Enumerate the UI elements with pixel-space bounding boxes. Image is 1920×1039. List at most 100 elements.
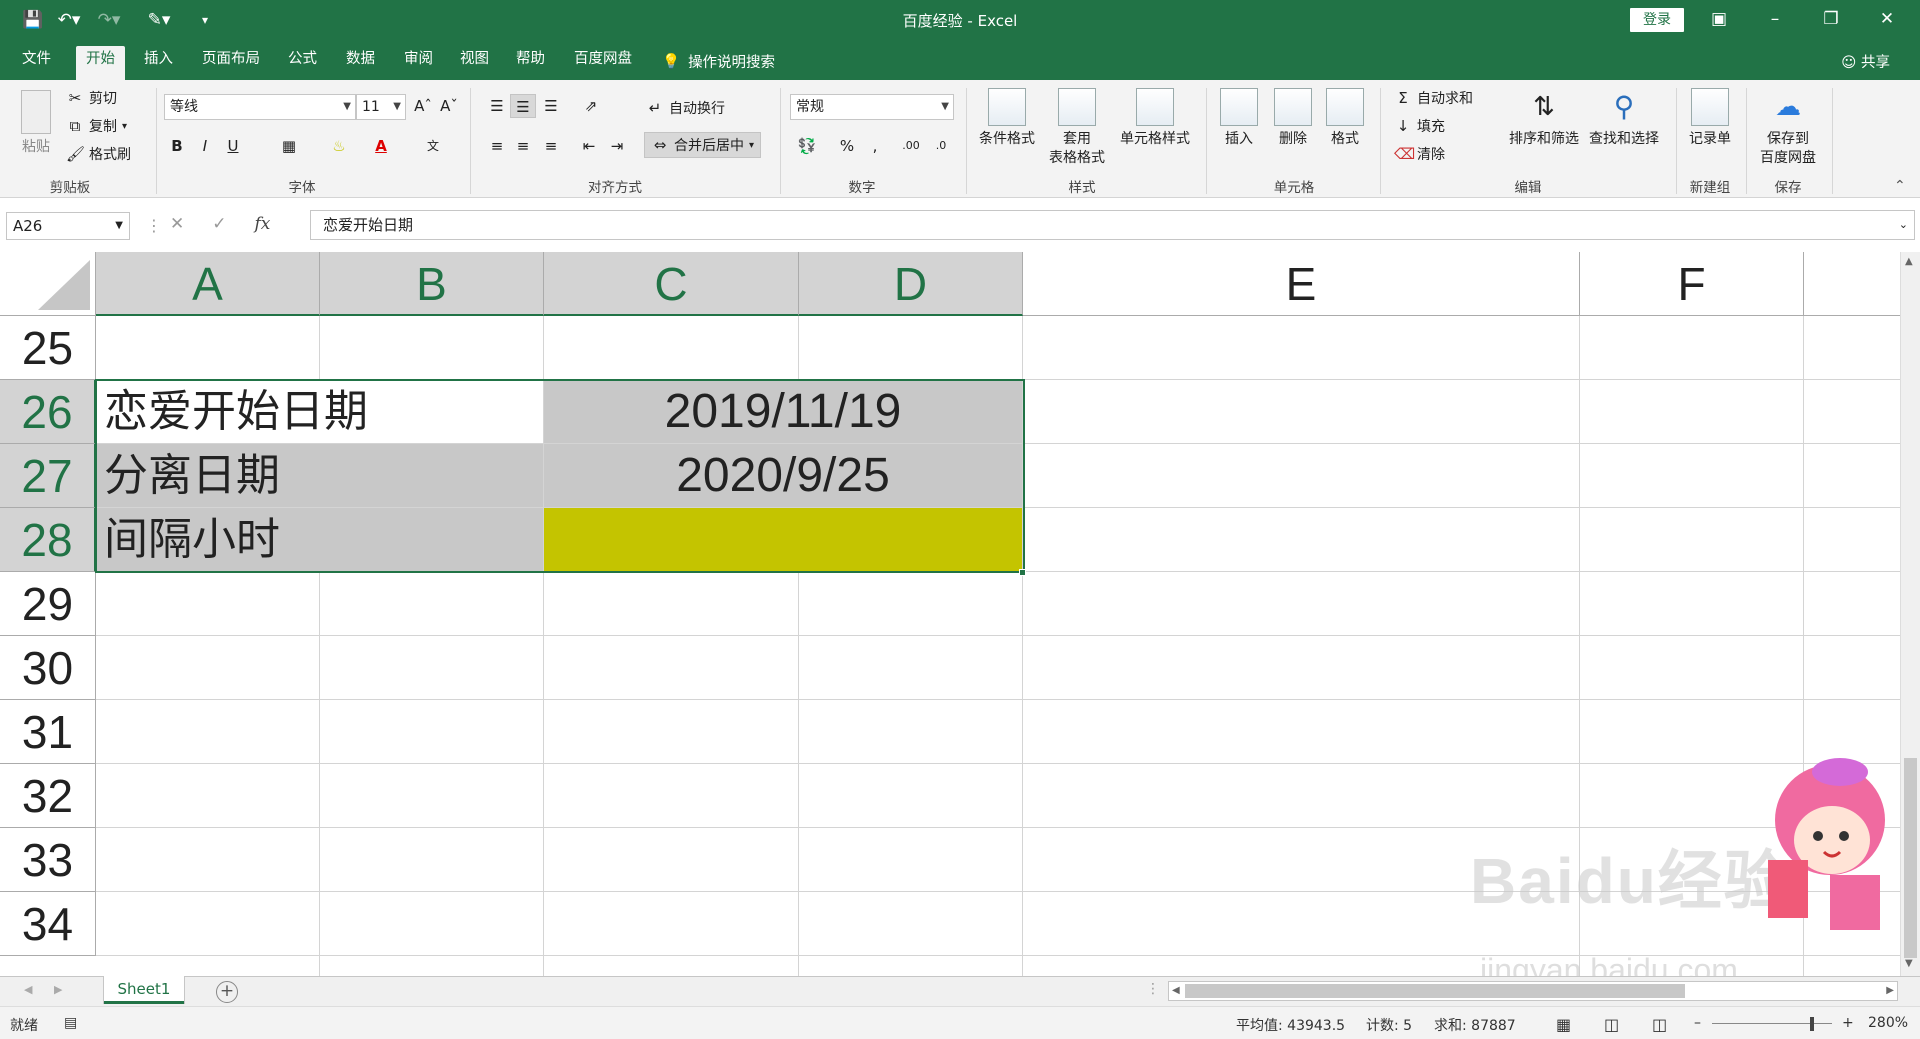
font-size-select[interactable]: 11 ▼: [356, 94, 406, 120]
name-box[interactable]: A26 ▼: [6, 212, 130, 240]
zoom-slider[interactable]: [1712, 1023, 1832, 1024]
row-header-28[interactable]: 28: [0, 508, 96, 572]
scroll-up-icon[interactable]: ▲: [1905, 256, 1913, 267]
column-header-d[interactable]: D: [799, 252, 1023, 316]
conditional-formatting-button[interactable]: 条件格式: [974, 88, 1040, 149]
page-break-view-icon[interactable]: ◫: [1652, 1015, 1667, 1034]
cell-a27[interactable]: 分离日期: [96, 444, 544, 508]
italic-button[interactable]: I: [192, 134, 218, 158]
sort-filter-button[interactable]: ⇅ 排序和筛选: [1504, 88, 1584, 149]
borders-icon[interactable]: ▦: [276, 134, 302, 158]
restore-icon[interactable]: ❐: [1808, 6, 1854, 32]
grid-cell[interactable]: [544, 636, 799, 700]
copy-button[interactable]: ⧉ 复制 ▾: [66, 116, 127, 136]
grid-cell[interactable]: [1023, 380, 1580, 444]
delete-cells-button[interactable]: 删除: [1268, 88, 1318, 149]
select-all-corner[interactable]: [0, 252, 96, 316]
phonetic-icon[interactable]: 文: [420, 134, 446, 158]
column-header-e[interactable]: E: [1023, 252, 1580, 316]
macro-record-icon[interactable]: ▤: [64, 1015, 77, 1031]
grid-cell[interactable]: [544, 956, 799, 976]
grid-cell[interactable]: [799, 316, 1023, 380]
grid-cell[interactable]: [1580, 636, 1804, 700]
vertical-scroll-thumb[interactable]: [1904, 758, 1917, 958]
cell-a26[interactable]: 恋爱开始日期: [96, 380, 544, 444]
column-header-f[interactable]: F: [1580, 252, 1804, 316]
sheet-next-icon[interactable]: ▶: [54, 983, 62, 996]
insert-function-icon[interactable]: fx: [255, 214, 271, 234]
zoom-out-icon[interactable]: –: [1694, 1015, 1701, 1031]
format-cells-button[interactable]: 格式: [1320, 88, 1370, 149]
format-as-table-button[interactable]: 套用 表格格式: [1042, 88, 1112, 168]
grid-cell[interactable]: [96, 956, 320, 976]
grid-cell[interactable]: [1804, 444, 1900, 508]
grid-cell[interactable]: [96, 828, 320, 892]
record-form-button[interactable]: 记录单: [1682, 88, 1738, 149]
number-format-select[interactable]: 常规 ▼: [790, 94, 954, 120]
grid-cell[interactable]: [96, 892, 320, 956]
column-header-b[interactable]: B: [320, 252, 544, 316]
grid-cell[interactable]: [1580, 444, 1804, 508]
grid-cell[interactable]: [799, 572, 1023, 636]
grid-cell[interactable]: [544, 828, 799, 892]
tell-me-search[interactable]: 💡 操作说明搜索: [662, 51, 775, 72]
cut-button[interactable]: ✂ 剪切: [66, 88, 117, 108]
format-painter-button[interactable]: 🖌 格式刷: [66, 144, 131, 164]
row-header-31[interactable]: 31: [0, 700, 96, 764]
zoom-level[interactable]: 280%: [1868, 1015, 1908, 1031]
grid-cell[interactable]: [799, 828, 1023, 892]
paste-button[interactable]: 粘贴: [14, 90, 58, 157]
grid-cell[interactable]: [544, 700, 799, 764]
grid-cell[interactable]: [1804, 316, 1900, 380]
scroll-down-icon[interactable]: ▼: [1905, 958, 1913, 969]
grid-cell[interactable]: [1023, 700, 1580, 764]
tab-help[interactable]: 帮助: [506, 48, 555, 80]
grid-cell[interactable]: [1023, 316, 1580, 380]
align-top-icon[interactable]: ☰: [484, 94, 510, 118]
tab-review[interactable]: 审阅: [394, 48, 443, 80]
minimize-icon[interactable]: –: [1752, 6, 1798, 32]
save-to-netdisk-button[interactable]: ☁ 保存到 百度网盘: [1752, 88, 1824, 168]
insert-cells-button[interactable]: 插入: [1214, 88, 1264, 149]
grid-cell[interactable]: [1804, 956, 1900, 976]
grid-cell[interactable]: [320, 700, 544, 764]
grid-cell[interactable]: [1580, 316, 1804, 380]
find-select-button[interactable]: ⚲ 查找和选择: [1584, 88, 1664, 149]
tab-splitter-icon[interactable]: ⋮: [1146, 981, 1160, 997]
horizontal-scrollbar[interactable]: ◀ ▶: [1168, 981, 1898, 1001]
ribbon-display-options-icon[interactable]: ▣: [1696, 6, 1742, 32]
clear-button[interactable]: ⌫ 清除: [1394, 144, 1445, 164]
grid-cell[interactable]: [96, 572, 320, 636]
currency-icon[interactable]: 💱: [794, 134, 820, 158]
percent-icon[interactable]: %: [834, 134, 860, 158]
align-left-icon[interactable]: ≡: [484, 134, 510, 158]
enter-icon[interactable]: ✓: [212, 214, 226, 234]
align-middle-icon[interactable]: ☰: [510, 94, 536, 118]
tab-data[interactable]: 数据: [336, 48, 385, 80]
align-center-icon[interactable]: ≡: [510, 134, 536, 158]
merge-center-button[interactable]: ⇔ 合并后居中 ▾: [644, 132, 762, 158]
row-header-30[interactable]: 30: [0, 636, 96, 700]
column-header-c[interactable]: C: [544, 252, 799, 316]
comma-icon[interactable]: ,: [862, 134, 888, 158]
cell-a28[interactable]: 间隔小时: [96, 508, 544, 572]
zoom-slider-knob[interactable]: [1810, 1017, 1814, 1031]
cell-c27[interactable]: 2020/9/25: [544, 444, 1023, 508]
grid-cell[interactable]: [320, 764, 544, 828]
grid-cell[interactable]: [1580, 508, 1804, 572]
grid-cell[interactable]: [1580, 380, 1804, 444]
row-header-25[interactable]: 25: [0, 316, 96, 380]
tab-page-layout[interactable]: 页面布局: [192, 48, 270, 80]
normal-view-icon[interactable]: ▦: [1556, 1015, 1571, 1034]
increase-font-icon[interactable]: Aˆ: [410, 94, 436, 118]
fill-color-icon[interactable]: ♨: [326, 134, 352, 158]
cell-c28[interactable]: [544, 508, 1023, 572]
cell-styles-button[interactable]: 单元格样式: [1114, 88, 1196, 149]
grid-cell[interactable]: [544, 764, 799, 828]
orientation-icon[interactable]: ⇗: [578, 94, 604, 118]
grid-cell[interactable]: [1804, 572, 1900, 636]
tab-insert[interactable]: 插入: [134, 48, 183, 80]
close-icon[interactable]: ✕: [1864, 6, 1910, 32]
login-button[interactable]: 登录: [1630, 8, 1684, 32]
grid-cell[interactable]: [320, 828, 544, 892]
